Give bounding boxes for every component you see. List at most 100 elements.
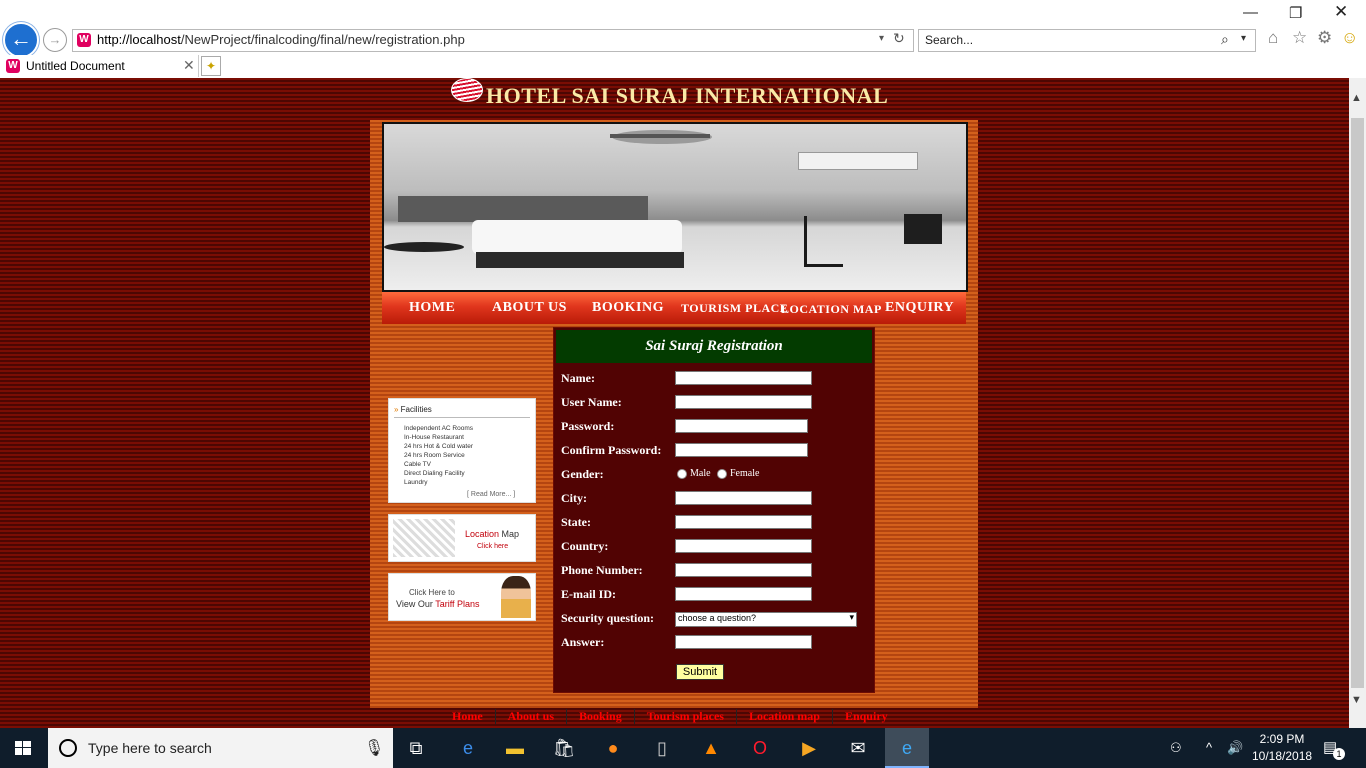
label-password: Password:	[561, 419, 615, 433]
facility-item: Cable TV	[404, 461, 431, 468]
page-viewport: HOTEL SAI SURAJ INTERNATIONAL HOME ABOUT…	[0, 78, 1349, 728]
scroll-up-icon[interactable]: ▲	[1351, 92, 1362, 104]
firefox-icon[interactable]: ●	[591, 728, 635, 768]
footer-links: Home About us Booking Tourism places Locatio…	[440, 707, 900, 724]
city-input[interactable]	[675, 491, 812, 505]
search-dropdown-icon[interactable]: ▾	[1241, 33, 1246, 44]
facilities-card[interactable]: » Facilities Independent AC Rooms In-Hou…	[388, 398, 536, 503]
browser-search-box[interactable]: Search... ⌕ ▾	[918, 29, 1256, 52]
country-input[interactable]	[675, 539, 812, 553]
answer-input[interactable]	[675, 635, 812, 649]
facility-item: In-House Restaurant	[404, 434, 464, 441]
address-bar[interactable]: W http://localhost/NewProject/finalcodin…	[72, 29, 914, 52]
favorites-star-icon[interactable]: ☆	[1292, 28, 1307, 48]
tariff-plans-card[interactable]: Click Here to View Our Tariff Plans	[388, 573, 536, 621]
state-input[interactable]	[675, 515, 812, 529]
clock-date: 10/18/2018	[1252, 749, 1313, 763]
read-more-link[interactable]: [ Read More... ]	[467, 491, 515, 498]
back-button[interactable]: ←	[3, 22, 39, 58]
task-view-icon[interactable]: ⧉	[394, 728, 438, 768]
settings-gear-icon[interactable]: ⚙	[1317, 28, 1332, 48]
vertical-scrollbar[interactable]: ▲ ▼	[1349, 78, 1366, 728]
drive-icon[interactable]: ▯	[640, 728, 684, 768]
forward-button[interactable]: →	[43, 28, 67, 52]
edge-icon[interactable]: e	[446, 728, 490, 768]
hotel-room-photo	[382, 122, 968, 292]
minimize-icon[interactable]: —	[1243, 4, 1258, 21]
footer-link-location-map[interactable]: Location map	[737, 709, 833, 724]
gender-female-radio[interactable]: Female	[717, 468, 759, 479]
smiley-feedback-icon[interactable]: ☺	[1341, 28, 1358, 48]
nav-tourism-place[interactable]: TOURISM PLACE	[681, 301, 788, 316]
form-title: Sai Suraj Registration	[645, 338, 783, 354]
media-player-icon[interactable]: ▶	[787, 728, 831, 768]
gender-female-label: Female	[730, 468, 760, 479]
close-window-icon[interactable]: ✕	[1334, 2, 1348, 22]
home-icon[interactable]: ⌂	[1268, 28, 1278, 48]
people-icon[interactable]: ⚇	[1170, 740, 1182, 756]
mail-icon[interactable]: ✉	[836, 728, 880, 768]
footer-link-about-us[interactable]: About us	[496, 709, 568, 724]
label-gender: Gender:	[561, 467, 604, 481]
form-header: Sai Suraj Registration	[556, 330, 872, 363]
vlc-icon[interactable]: ▲	[689, 728, 733, 768]
tariff-highlight: Tariff Plans	[435, 599, 480, 609]
nav-location-map[interactable]: LOCATION MAP	[781, 302, 882, 317]
label-state: State:	[561, 515, 591, 529]
location-click-here[interactable]: Click here	[477, 543, 508, 550]
footer-link-enquiry[interactable]: Enquiry	[833, 709, 900, 724]
tab-favicon-icon: W	[6, 59, 20, 73]
nav-enquiry[interactable]: ENQUIRY	[885, 300, 954, 316]
nav-booking[interactable]: BOOKING	[592, 300, 664, 316]
tab-close-icon[interactable]: ✕	[183, 57, 195, 74]
submit-button[interactable]: Submit	[676, 664, 724, 680]
username-input[interactable]	[675, 395, 812, 409]
password-input[interactable]	[675, 419, 808, 433]
nav-home[interactable]: HOME	[409, 300, 455, 316]
security-question-select[interactable]: choose a question? ▾	[675, 612, 857, 627]
tab-untitled-document[interactable]: W Untitled Document ✕	[0, 55, 199, 77]
air-conditioner	[798, 152, 918, 170]
volume-icon[interactable]: 🔊	[1227, 740, 1243, 756]
url-host: http://localhost	[97, 32, 181, 47]
restore-icon[interactable]: ❐	[1289, 4, 1302, 22]
refresh-icon[interactable]: ↻	[893, 30, 905, 47]
file-explorer-icon[interactable]: ▬	[493, 728, 537, 768]
gender-male-radio[interactable]: Male	[677, 468, 711, 479]
tariff-line2: View Our Tariff Plans	[396, 599, 480, 609]
facilities-title: » Facilities	[394, 405, 432, 414]
microphone-icon[interactable]: 🎙	[364, 738, 384, 758]
internet-explorer-icon[interactable]: e	[885, 728, 929, 768]
confirm-password-input[interactable]	[675, 443, 808, 457]
phone-input[interactable]	[675, 563, 812, 577]
footer-link-booking[interactable]: Booking	[567, 709, 635, 724]
radio-icon	[717, 468, 727, 479]
security-question-value: choose a question?	[678, 613, 757, 623]
footer-link-tourism-places[interactable]: Tourism places	[635, 709, 737, 724]
ceiling-fan	[610, 134, 710, 138]
start-button[interactable]	[0, 728, 48, 768]
facility-item: Independent AC Rooms	[404, 425, 474, 432]
new-tab-icon[interactable]: ✦	[201, 56, 221, 76]
scroll-down-icon[interactable]: ▼	[1351, 694, 1362, 706]
label-confirm-password: Confirm Password:	[561, 443, 662, 457]
email-input[interactable]	[675, 587, 812, 601]
tariff-prefix: View Our	[396, 599, 436, 609]
location-map-card[interactable]: Location Map Click here	[388, 514, 536, 562]
taskbar-search[interactable]: Type here to search 🎙	[48, 728, 393, 768]
address-text[interactable]: http://localhost/NewProject/finalcoding/…	[97, 32, 465, 47]
name-input[interactable]	[675, 371, 812, 385]
taskbar-search-placeholder: Type here to search	[88, 740, 212, 756]
dropdown-arrow-icon[interactable]: ▾	[879, 33, 884, 44]
opera-icon[interactable]: O	[738, 728, 782, 768]
nav-about-us[interactable]: ABOUT US	[492, 300, 567, 316]
hotel-logo-icon	[451, 78, 483, 102]
footer-link-home[interactable]: Home	[440, 709, 496, 724]
store-icon[interactable]: 🛍	[542, 728, 586, 768]
tray-chevron-icon[interactable]: ^	[1206, 740, 1212, 755]
radio-icon	[677, 468, 687, 479]
scroll-thumb[interactable]	[1351, 118, 1364, 688]
location-map-heading: Location Map	[465, 529, 519, 539]
system-clock[interactable]: 2:09 PM 10/18/2018	[1252, 731, 1312, 765]
search-icon[interactable]: ⌕	[1221, 31, 1229, 48]
